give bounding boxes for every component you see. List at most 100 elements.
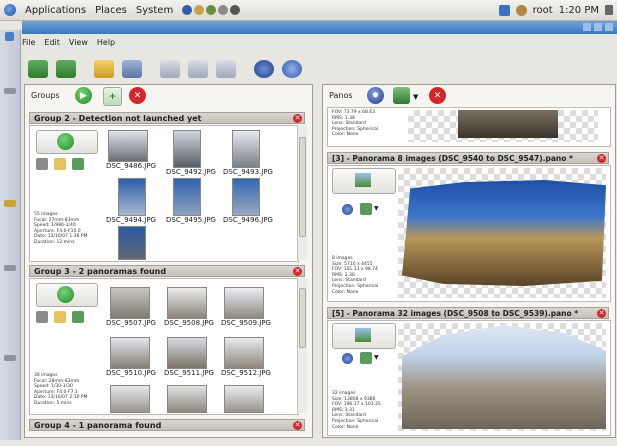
- thumb-label: DSC_9492.JPG: [166, 168, 216, 176]
- distro-logo-icon[interactable]: [4, 4, 16, 16]
- pano-5-body: ▼ 32 images Size: 13808 x 9386 FOV: 196.…: [327, 320, 611, 436]
- close-group-4-icon[interactable]: ✕: [293, 421, 302, 430]
- search-images-icon[interactable]: [94, 60, 114, 78]
- grid-view-icon[interactable]: [160, 60, 180, 78]
- menu-edit[interactable]: Edit: [44, 38, 60, 47]
- group-2-header[interactable]: Group 2 - Detection not launched yet ✕: [29, 112, 305, 124]
- thumb-label: DSC_9508.JPG: [164, 319, 214, 327]
- remove-group-button[interactable]: ✕: [129, 87, 146, 104]
- pano-3-header[interactable]: [3] - Panorama 8 images (DSC_9540 to DSC…: [327, 152, 609, 164]
- dock-item-3[interactable]: [4, 200, 16, 207]
- mail-icon[interactable]: [194, 5, 205, 15]
- clock[interactable]: 1:20 PM: [559, 5, 599, 16]
- scroll-thumb[interactable]: [299, 137, 306, 237]
- thumb-dsc-9486[interactable]: [108, 130, 148, 162]
- add-folder-icon[interactable]: [56, 60, 76, 78]
- close-pano-3-icon[interactable]: ✕: [597, 154, 606, 163]
- help-icon[interactable]: [206, 5, 217, 15]
- thumb-dsc-9493[interactable]: [232, 130, 260, 168]
- scroll-thumb[interactable]: [299, 288, 306, 348]
- thumb-dsc-9507[interactable]: [110, 287, 150, 319]
- thumb-extra[interactable]: [167, 385, 207, 413]
- terminal-icon[interactable]: [230, 5, 241, 15]
- detect-icon[interactable]: [122, 60, 142, 78]
- group-3-header[interactable]: Group 3 - 2 panoramas found ✕: [29, 265, 305, 277]
- pano-prev-info: FOV: 73.79 x 68.63 RMS: 1.38 Lens: Stand…: [332, 110, 379, 138]
- thumb-dsc-9509[interactable]: [224, 287, 264, 319]
- export-dropdown-icon[interactable]: ▼: [413, 93, 418, 101]
- group-3-scrollbar[interactable]: [297, 278, 307, 413]
- settings-icon[interactable]: [254, 60, 274, 78]
- group-3-info: 38 images Focal: 28mm-83mm Speed: 1/30-1…: [34, 373, 88, 406]
- pano-5-export-icon[interactable]: [360, 352, 372, 364]
- close-pano-5-icon[interactable]: ✕: [597, 309, 606, 318]
- pano-settings-button[interactable]: ✹: [367, 87, 384, 104]
- dropdown-icon[interactable]: ▼: [374, 205, 379, 212]
- pano-3-open-button[interactable]: [332, 168, 396, 194]
- tools-icon[interactable]: [36, 311, 48, 323]
- close-group-2-icon[interactable]: ✕: [293, 114, 302, 123]
- dock-item-1[interactable]: [5, 32, 14, 41]
- pano-3-settings-icon[interactable]: [342, 204, 353, 215]
- group-2-info: 55 images Focal: 27mm-83mm Speed: 1/986-…: [34, 212, 88, 245]
- applications-menu[interactable]: Applications: [25, 5, 86, 16]
- thumb-dsc-9496[interactable]: [232, 178, 260, 216]
- group-3-start-button[interactable]: [36, 283, 98, 307]
- thumb-extra[interactable]: [118, 226, 146, 260]
- play-detection-button[interactable]: ▶: [75, 87, 92, 104]
- group-2-scrollbar[interactable]: [297, 125, 307, 260]
- thumb-dsc-9510[interactable]: [110, 337, 150, 369]
- thumb-dsc-9512[interactable]: [224, 337, 264, 369]
- pano-3-export-icon[interactable]: [360, 203, 372, 215]
- thumb-dsc-9492[interactable]: [173, 130, 201, 168]
- thumb-extra[interactable]: [224, 385, 264, 413]
- pano-5-settings-icon[interactable]: [342, 353, 353, 364]
- pano-export-button[interactable]: [393, 87, 410, 104]
- add-images-icon[interactable]: [28, 60, 48, 78]
- pano-5-title: [5] - Panorama 32 images (DSC_9508 to DS…: [332, 309, 579, 318]
- thumb-dsc-9494[interactable]: [118, 178, 146, 216]
- pano-5-header[interactable]: [5] - Panorama 32 images (DSC_9508 to DS…: [327, 307, 609, 319]
- dock-item-4[interactable]: [4, 265, 16, 271]
- window-controls[interactable]: [583, 23, 613, 31]
- list-view-icon[interactable]: [188, 60, 208, 78]
- pano-5-open-button[interactable]: [332, 323, 396, 349]
- menu-help[interactable]: Help: [97, 38, 115, 47]
- maximize-icon[interactable]: [594, 23, 602, 31]
- remove-pano-button[interactable]: ✕: [429, 87, 446, 104]
- group-2-start-button[interactable]: [36, 130, 98, 154]
- user-icon[interactable]: [515, 4, 527, 16]
- thumb-dsc-9495[interactable]: [173, 178, 201, 216]
- dock-item-5[interactable]: [4, 355, 16, 361]
- close-window-icon[interactable]: [605, 23, 613, 31]
- user-name[interactable]: root: [533, 5, 553, 16]
- dropdown-icon[interactable]: ▼: [374, 354, 379, 361]
- thumb-dsc-9508[interactable]: [167, 287, 207, 319]
- volume-icon[interactable]: [605, 5, 613, 15]
- thumb-dsc-9511[interactable]: [167, 337, 207, 369]
- editor-icon[interactable]: [218, 5, 229, 15]
- thumb-label: DSC_9494.JPG: [106, 216, 156, 224]
- group-4-header[interactable]: Group 4 - 1 panorama found ✕: [29, 419, 305, 431]
- close-group-3-icon[interactable]: ✕: [293, 267, 302, 276]
- places-menu[interactable]: Places: [95, 5, 127, 16]
- help-toolbar-icon[interactable]: [282, 60, 302, 78]
- menu-file[interactable]: File: [22, 38, 35, 47]
- dock-item-2[interactable]: [4, 88, 16, 94]
- thumb-extra[interactable]: [110, 385, 150, 413]
- browser-icon[interactable]: [182, 5, 193, 15]
- folder-icon[interactable]: [54, 311, 66, 323]
- window-titlebar[interactable]: [22, 21, 617, 34]
- panos-panel: Panos ✹ ▼ ✕ FOV: 73.79 x 68.63 RMS: 1.38…: [322, 84, 616, 438]
- menu-view[interactable]: View: [69, 38, 88, 47]
- minimize-icon[interactable]: [583, 23, 591, 31]
- export-icon[interactable]: [72, 311, 84, 323]
- tools-icon[interactable]: [36, 158, 48, 170]
- network-icon[interactable]: [498, 4, 510, 16]
- folder-icon[interactable]: [54, 158, 66, 170]
- launcher-icons[interactable]: [182, 5, 241, 15]
- system-menu[interactable]: System: [136, 5, 173, 16]
- export-icon[interactable]: [72, 158, 84, 170]
- new-group-button[interactable]: +: [103, 87, 122, 106]
- detail-view-icon[interactable]: [216, 60, 236, 78]
